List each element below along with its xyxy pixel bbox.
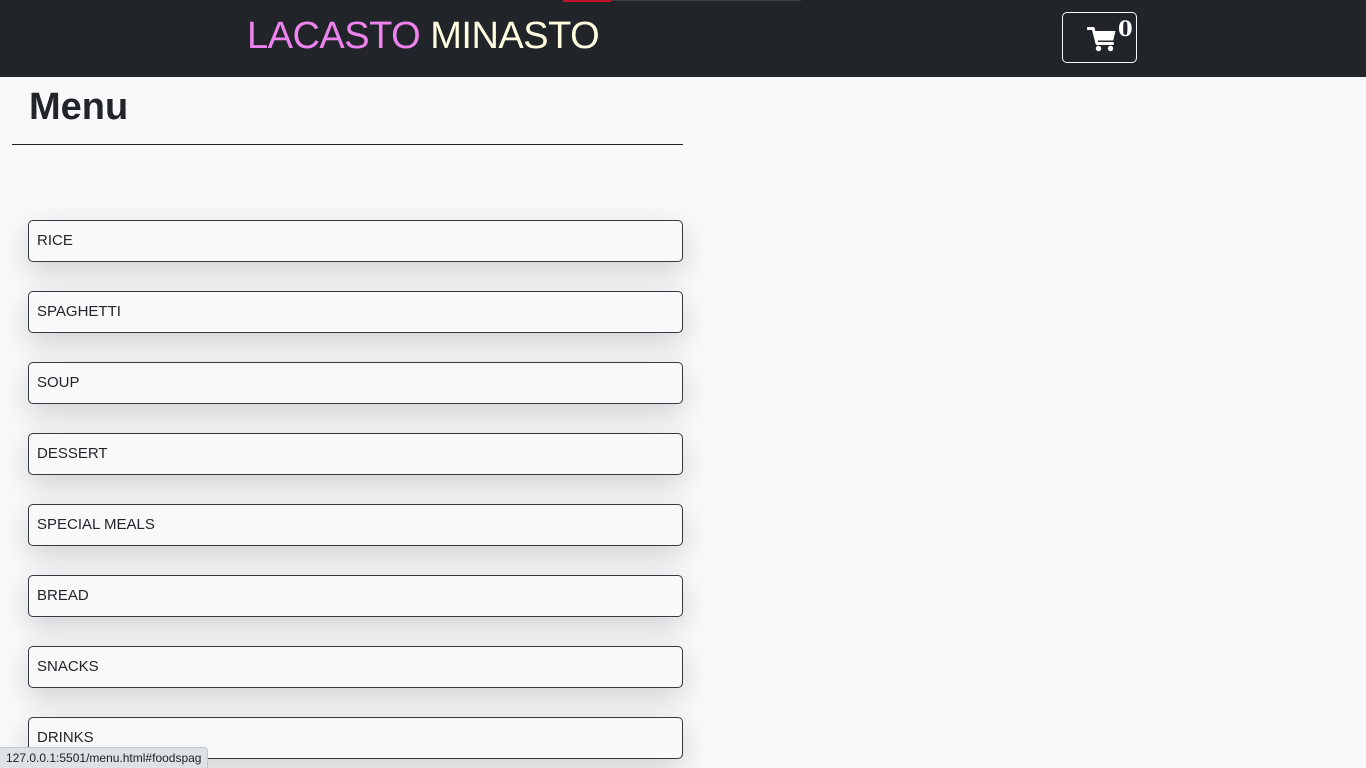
menu-item-spaghetti[interactable]: SPAGHETTI	[28, 291, 683, 333]
menu-item-bread[interactable]: BREAD	[28, 575, 683, 617]
title-divider	[12, 144, 683, 145]
brand-logo[interactable]: LACASTO MINASTO	[247, 14, 600, 58]
navbar: LACASTO MINASTO 0	[0, 0, 1366, 77]
shopping-cart-icon	[1087, 27, 1116, 52]
cart-button[interactable]: 0	[1062, 12, 1137, 63]
menu-item-snacks[interactable]: SNACKS	[28, 646, 683, 688]
menu-category-list: RICE SPAGHETTI SOUP DESSERT SPECIAL MEAL…	[28, 220, 683, 768]
menu-item-rice[interactable]: RICE	[28, 220, 683, 262]
cart-count-badge: 0	[1118, 16, 1133, 41]
navbar-accent-line	[563, 0, 611, 2]
menu-item-dessert[interactable]: DESSERT	[28, 433, 683, 475]
menu-item-soup[interactable]: SOUP	[28, 362, 683, 404]
navbar-divider-line	[611, 0, 801, 1]
page-title: Menu	[29, 86, 129, 128]
brand-name-second: MINASTO	[430, 15, 600, 57]
brand-name-first: LACASTO	[247, 15, 421, 57]
browser-status-bar-url: 127.0.0.1:5501/menu.html#foodspag	[0, 747, 209, 768]
menu-item-special-meals[interactable]: SPECIAL MEALS	[28, 504, 683, 546]
